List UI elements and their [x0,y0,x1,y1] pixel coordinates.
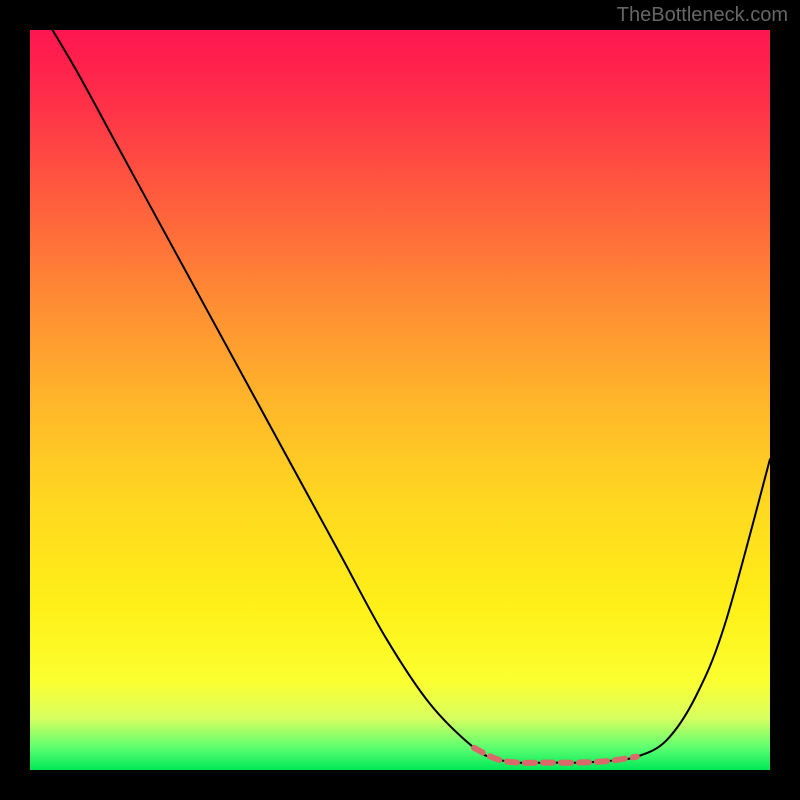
chart-plot-area [30,30,770,770]
bottleneck-curve-line [30,30,770,763]
watermark-text: TheBottleneck.com [617,4,788,27]
chart-curve-svg [30,30,770,770]
optimal-zone-marker [474,748,637,763]
